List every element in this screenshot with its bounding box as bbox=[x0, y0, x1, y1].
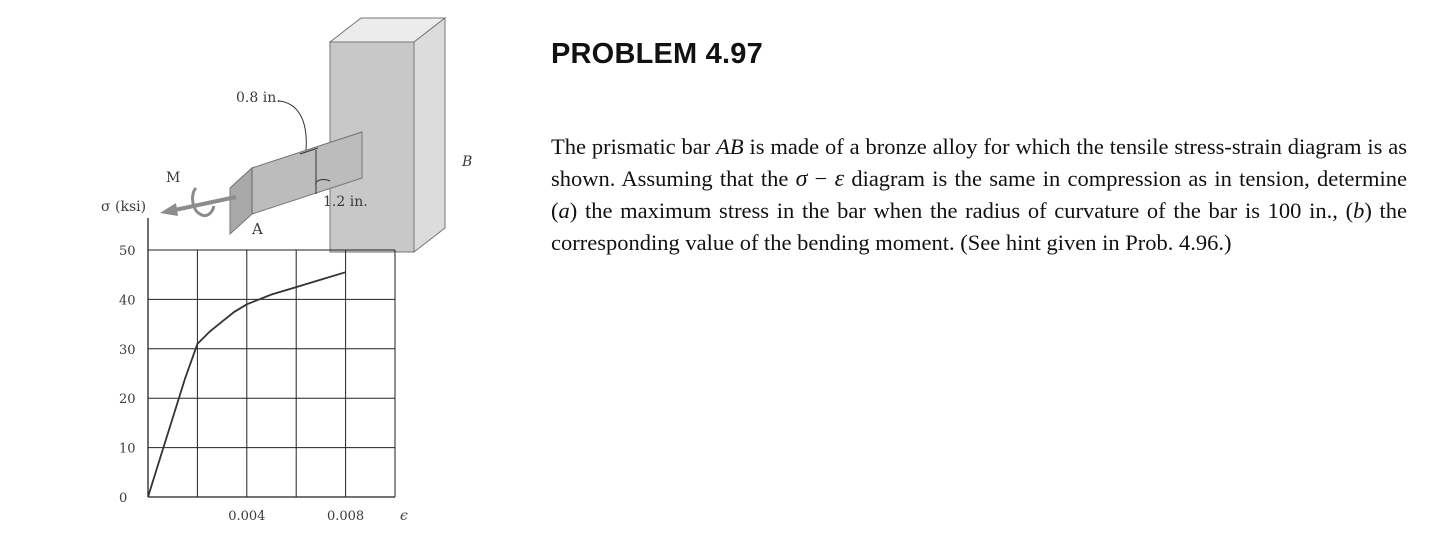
wall-side-face bbox=[413, 16, 446, 254]
x-tick-label: 0.004 bbox=[228, 509, 265, 524]
minus-sign: − bbox=[807, 166, 835, 191]
statement-text: ) the maximum stress in the bar when the… bbox=[569, 198, 1354, 223]
moment-arrow: M bbox=[160, 170, 237, 218]
page: 0.8 in. 1.2 in. A B M σ (ksi) ϵ 0 10 20 30 4… bbox=[0, 0, 1447, 548]
bar-end-face bbox=[229, 166, 253, 236]
width-leader-line bbox=[278, 100, 307, 151]
x-tick-label: 0.008 bbox=[327, 509, 364, 524]
moment-vector-shaft bbox=[169, 195, 237, 213]
y-axis-label: σ (ksi) bbox=[101, 199, 146, 215]
part-b-letter: b bbox=[1353, 198, 1365, 223]
x-axis-label: ϵ bbox=[400, 508, 408, 524]
y-tick-label: 0 bbox=[119, 491, 127, 506]
moment-vector-head bbox=[160, 203, 178, 216]
part-a-letter: a bbox=[558, 198, 570, 223]
wall-support bbox=[328, 16, 447, 254]
y-tick-label: 10 bbox=[119, 442, 136, 457]
y-tick-label: 30 bbox=[119, 343, 136, 358]
epsilon-symbol: ε bbox=[834, 166, 845, 192]
bar-name: AB bbox=[716, 134, 744, 159]
sigma-symbol: σ bbox=[795, 166, 808, 192]
end-a-label: A bbox=[251, 220, 263, 238]
chart-tick-labels: 0 10 20 30 40 50 0.004 0.008 bbox=[119, 244, 364, 524]
height-dimension-label: 1.2 in. bbox=[323, 194, 368, 210]
problem-statement: The prismatic bar AB is made of a bronze… bbox=[551, 131, 1407, 259]
y-tick-label: 20 bbox=[119, 392, 136, 407]
figure-svg: 0.8 in. 1.2 in. A B M σ (ksi) ϵ 0 10 20 30 4… bbox=[101, 16, 472, 524]
chart-grid bbox=[147, 218, 396, 498]
y-tick-label: 50 bbox=[119, 244, 136, 259]
end-b-label: B bbox=[461, 154, 472, 170]
width-dimension-label: 0.8 in. bbox=[236, 90, 281, 106]
statement-text: The prismatic bar bbox=[551, 134, 717, 159]
problem-figure: 0.8 in. 1.2 in. A B M σ (ksi) ϵ 0 10 20 30 4… bbox=[0, 0, 500, 548]
problem-title: PROBLEM 4.97 bbox=[551, 38, 763, 70]
moment-label: M bbox=[166, 170, 180, 186]
y-tick-label: 40 bbox=[119, 293, 136, 308]
